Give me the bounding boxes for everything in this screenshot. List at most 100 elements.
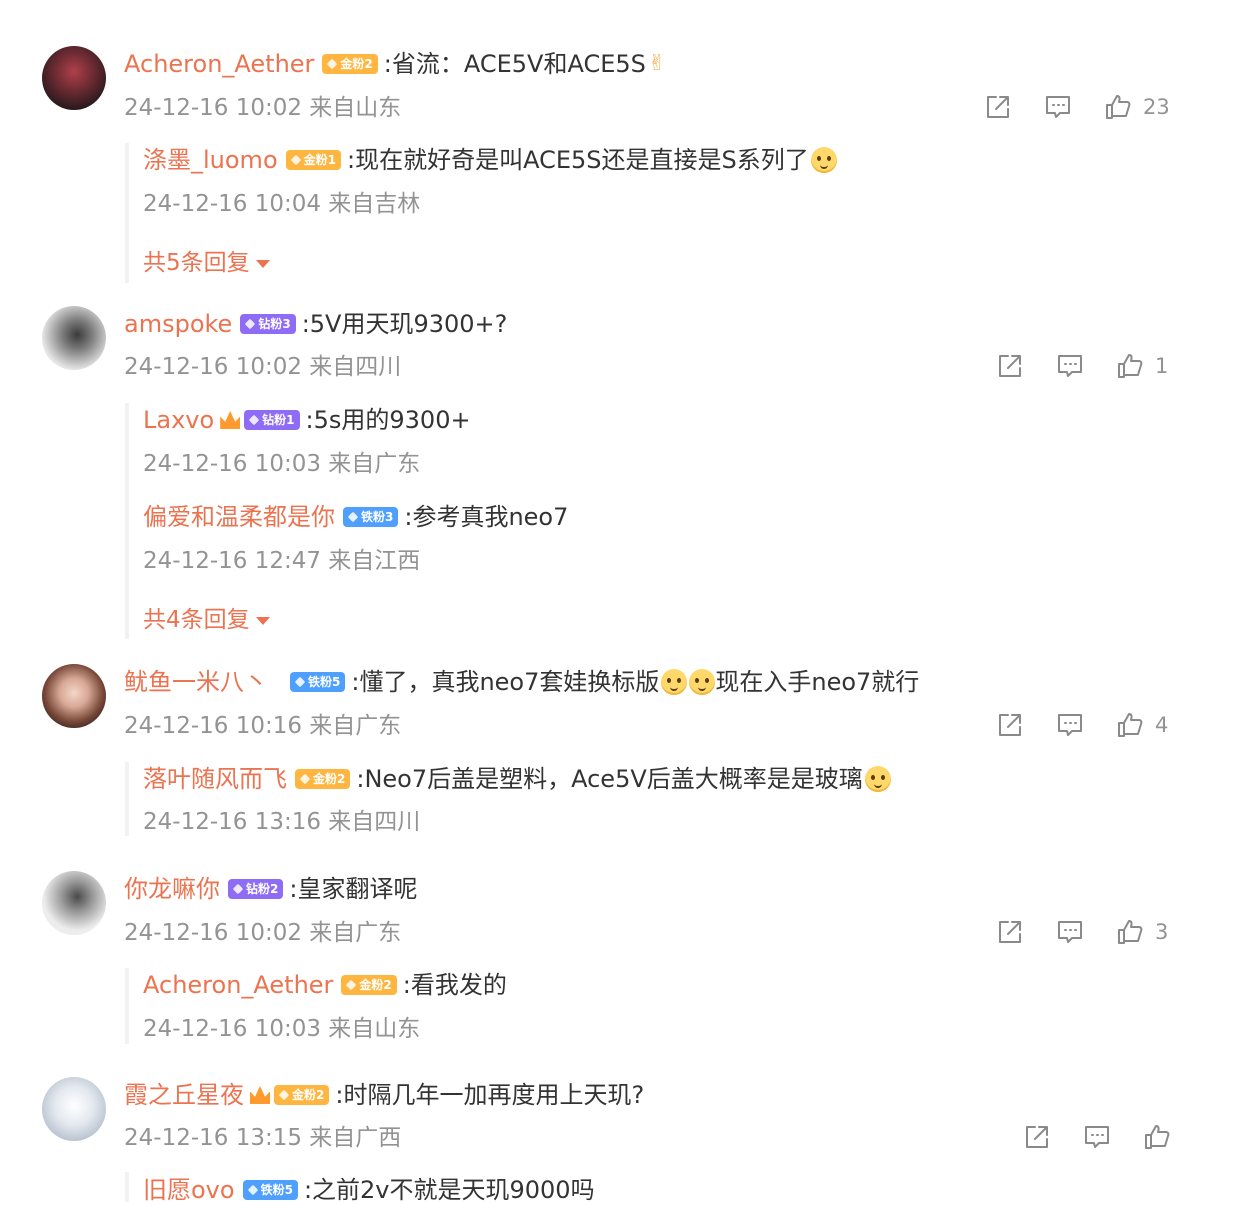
username-link[interactable]: Laxvo — [143, 405, 214, 435]
comment-text: :皇家翻译呢 — [289, 875, 418, 903]
reply-divider — [125, 968, 129, 1044]
comment-meta: 24-12-16 10:02 来自四川 — [124, 354, 402, 380]
fan-badge: 钻粉3 — [240, 314, 296, 334]
comment-actions: 3 — [995, 916, 1168, 948]
reply-text: :参考真我neo7 — [404, 503, 569, 531]
comment-text: :懂了，真我neo7套娃换标版 — [351, 668, 660, 696]
comment-icon[interactable] — [1043, 92, 1073, 122]
reply-header: 旧愿ovo 铁粉5 :之前2v不就是天玑9000吗 — [143, 1175, 595, 1205]
share-icon[interactable] — [995, 917, 1025, 947]
reply-header: 涤墨_luomo 金粉1 :现在就好奇是叫ACE5S还是直接是S系列了 — [143, 145, 837, 175]
reply-text: :看我发的 — [402, 971, 507, 999]
comment-meta: 24-12-16 10:02 来自广东 — [124, 920, 402, 946]
like-icon[interactable] — [1115, 351, 1145, 381]
username-link[interactable]: 落叶随风而飞 — [143, 764, 287, 794]
username-link[interactable]: 你龙嘛你 — [124, 874, 220, 904]
reply-text: :现在就好奇是叫ACE5S还是直接是S系列了 — [346, 146, 809, 174]
cat-face-emoji — [864, 766, 891, 792]
cat-face-emoji — [689, 669, 716, 695]
like-icon[interactable] — [1115, 710, 1145, 740]
comment-actions: 1 — [995, 350, 1168, 382]
username-link[interactable]: 旧愿ovo — [143, 1175, 235, 1205]
crown-icon — [250, 1086, 270, 1104]
more-replies-link[interactable]: 共4条回复 — [143, 600, 270, 634]
like-icon[interactable] — [1142, 1122, 1172, 1152]
reply-divider — [125, 143, 129, 283]
fan-badge: 铁粉5 — [242, 1180, 298, 1200]
comment-actions — [1022, 1121, 1172, 1153]
fan-badge: 金粉2 — [295, 769, 351, 789]
like-icon[interactable] — [1115, 917, 1145, 947]
like-count: 23 — [1143, 95, 1170, 119]
fan-badge: 金粉2 — [274, 1085, 330, 1105]
victory-hand-emoji: ✌ — [647, 51, 667, 76]
cat-face-emoji — [810, 147, 837, 173]
fan-badge: 钻粉2 — [228, 879, 284, 899]
like-count: 1 — [1155, 354, 1169, 378]
fan-badge: 金粉1 — [285, 150, 341, 170]
avatar[interactable] — [42, 871, 106, 935]
comment-header: Acheron_Aether 金粉2 :省流：ACE5V和ACE5S ✌ — [124, 49, 666, 79]
reply-meta: 24-12-16 13:16 来自四川 — [143, 809, 421, 835]
comment-header: 你龙嘛你 钻粉2 :皇家翻译呢 — [124, 874, 417, 904]
share-icon[interactable] — [983, 92, 1013, 122]
like-count: 3 — [1155, 920, 1169, 944]
reply-divider — [125, 1172, 129, 1202]
avatar[interactable] — [42, 1077, 106, 1141]
comment-icon[interactable] — [1055, 917, 1085, 947]
username-link[interactable]: Acheron_Aether — [124, 49, 314, 79]
username-link[interactable]: 鱿鱼一米八丶 — [124, 667, 268, 697]
username-link[interactable]: Acheron_Aether — [143, 970, 333, 1000]
fan-badge: 铁粉3 — [343, 507, 399, 527]
comment-text: :时隔几年一加再度用上天玑? — [335, 1081, 645, 1109]
reply-meta: 24-12-16 10:03 来自山东 — [143, 1016, 421, 1042]
comment-actions: 23 — [983, 91, 1170, 123]
comment-text-continued: 现在入手neo7就行 — [715, 668, 920, 696]
like-icon[interactable] — [1103, 92, 1133, 122]
comment-meta: 24-12-16 10:16 来自广东 — [124, 713, 402, 739]
username-link[interactable]: 霞之丘星夜 — [124, 1080, 244, 1110]
username-link[interactable]: 涤墨_luomo — [143, 145, 278, 175]
fan-badge: 金粉2 — [322, 54, 378, 74]
username-link[interactable]: 偏爱和温柔都是你 — [143, 502, 335, 532]
comment-header: 鱿鱼一米八丶 铁粉5 :懂了，真我neo7套娃换标版 现在入手neo7就行 — [124, 667, 919, 697]
like-count: 4 — [1155, 713, 1169, 737]
reply-text: :Neo7后盖是塑料，Ace5V后盖大概率是是玻璃 — [356, 765, 863, 793]
reply-text: :5s用的9300+ — [305, 406, 471, 434]
caret-down-icon — [255, 259, 270, 268]
cat-face-emoji — [661, 669, 688, 695]
reply-divider — [125, 762, 129, 836]
reply-text: :之前2v不就是天玑9000吗 — [303, 1176, 595, 1204]
comment-header: amspoke 钻粉3 :5V用天玑9300+? — [124, 309, 507, 339]
comment-header: 霞之丘星夜 金粉2 :时隔几年一加再度用上天玑? — [124, 1080, 644, 1110]
comment-icon[interactable] — [1055, 351, 1085, 381]
reply-header: Laxvo 钻粉1 :5s用的9300+ — [143, 405, 471, 435]
share-icon[interactable] — [995, 351, 1025, 381]
reply-header: 偏爱和温柔都是你 铁粉3 :参考真我neo7 — [143, 502, 568, 532]
reply-header: 落叶随风而飞 金粉2 :Neo7后盖是塑料，Ace5V后盖大概率是是玻璃 — [143, 764, 891, 794]
reply-header: Acheron_Aether 金粉2 :看我发的 — [143, 970, 507, 1000]
fan-badge: 铁粉5 — [290, 672, 346, 692]
share-icon[interactable] — [1022, 1122, 1052, 1152]
avatar[interactable] — [42, 664, 106, 728]
comment-icon[interactable] — [1082, 1122, 1112, 1152]
more-replies-link[interactable]: 共5条回复 — [143, 243, 270, 277]
crown-icon — [220, 411, 241, 429]
avatar[interactable] — [42, 46, 106, 110]
comment-actions: 4 — [995, 709, 1168, 741]
share-icon[interactable] — [995, 710, 1025, 740]
fan-badge: 钻粉1 — [244, 410, 300, 430]
comment-icon[interactable] — [1055, 710, 1085, 740]
reply-meta: 24-12-16 10:04 来自吉林 — [143, 191, 421, 217]
username-link[interactable]: amspoke — [124, 309, 232, 339]
caret-down-icon — [255, 616, 270, 625]
reply-divider — [125, 403, 129, 639]
fan-badge: 金粉2 — [341, 975, 397, 995]
comment-meta: 24-12-16 10:02 来自山东 — [124, 95, 402, 121]
comment-text: :省流：ACE5V和ACE5S — [383, 50, 646, 78]
reply-meta: 24-12-16 12:47 来自江西 — [143, 548, 421, 574]
avatar[interactable] — [42, 306, 106, 370]
comment-text: :5V用天玑9300+? — [301, 310, 508, 338]
reply-meta: 24-12-16 10:03 来自广东 — [143, 451, 421, 477]
comment-meta: 24-12-16 13:15 来自广西 — [124, 1125, 402, 1151]
